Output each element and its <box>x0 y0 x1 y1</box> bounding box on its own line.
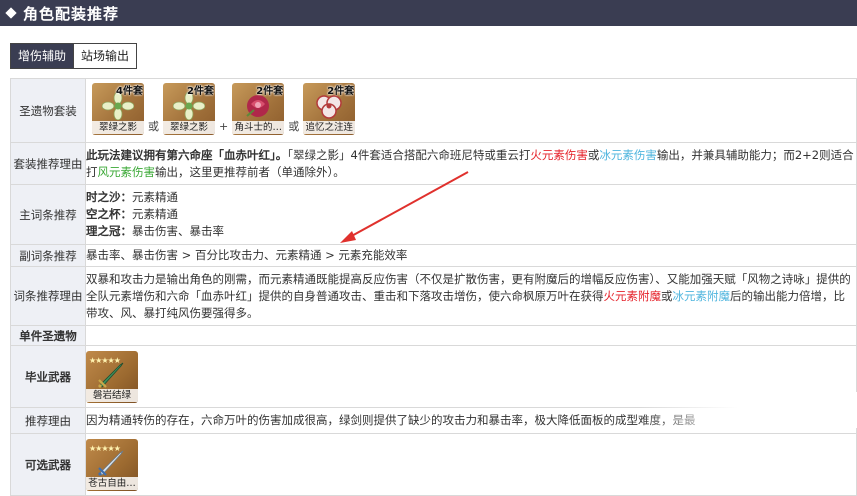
row-label: 套装推荐理由 <box>10 142 86 185</box>
artifact-card[interactable]: 2件套 追忆之注连 <box>303 83 356 135</box>
set-reason-text: 此玩法建议拥有第六命座「血赤叶红」。「翠绿之影」4件套适合搭配六命班尼特或重云打… <box>85 142 857 185</box>
row-label: 圣遗物套装 <box>10 78 86 143</box>
table-row: 圣遗物套装 4件套 翠绿之影 或 2件套 翠绿之影 + 2件套 角斗士的… 或 … <box>10 78 857 143</box>
table-row: 套装推荐理由 此玩法建议拥有第六命座「血赤叶红」。「翠绿之影」4件套适合搭配六命… <box>10 142 857 185</box>
table-row: 主词条推荐 时之沙：元素精通 空之杯：元素精通 理之冠：暴击伤害、暴击率 <box>10 184 857 245</box>
artifact-name: 翠绿之影 <box>92 121 144 134</box>
row-label: 毕业武器 <box>10 345 86 408</box>
stat-reason-text: 双暴和攻击力是输出角色的刚需，而元素精通既能提高反应伤害（不仅是扩散伤害，更有附… <box>85 266 857 326</box>
weapon-card[interactable]: ★★★★★ 磐岩结绿 <box>86 350 138 403</box>
artifact-card[interactable]: 2件套 翠绿之影 <box>163 83 215 135</box>
weapon-name: 磐岩结绿 <box>86 388 138 402</box>
separator-or: 或 <box>148 120 159 133</box>
separator-or: 或 <box>288 120 300 133</box>
sword-icon <box>98 362 124 388</box>
row-label: 主词条推荐 <box>10 184 86 245</box>
table-row: 单件圣遗物 <box>10 325 857 346</box>
artifact-name: 翠绿之影 <box>163 121 215 134</box>
set-count: 2件套 <box>256 86 284 97</box>
set-count: 2件套 <box>327 86 355 97</box>
table-row: 副词条推荐 暴击率、暴击伤害 > 百分比攻击力、元素精通 > 元素充能效率 <box>10 244 857 267</box>
row-label: 推荐理由 <box>10 407 86 434</box>
artifact-card[interactable]: 2件套 角斗士的… <box>232 83 285 135</box>
main-stat-item: 空之杯：元素精通 <box>86 207 178 221</box>
diamond-icon <box>5 7 17 19</box>
table-row: 可选武器 ★★★★★ 苍古自由… <box>10 433 857 496</box>
row-label: 可选武器 <box>10 433 86 496</box>
build-table: 圣遗物套装 4件套 翠绿之影 或 2件套 翠绿之影 + 2件套 角斗士的… 或 … <box>10 78 857 496</box>
separator-plus: + <box>219 120 229 133</box>
main-stat-item: 时之沙：元素精通 <box>86 190 178 204</box>
tab-onfield-dps[interactable]: 站场输出 <box>74 43 138 69</box>
tab-bar: 增伤辅助 站场输出 <box>10 43 138 69</box>
row-label: 副词条推荐 <box>10 244 86 267</box>
single-artifact-cell <box>85 325 857 346</box>
tab-support[interactable]: 增伤辅助 <box>10 43 75 69</box>
set-count: 4件套 <box>116 86 143 97</box>
artifact-name: 角斗士的… <box>232 121 285 134</box>
row-label: 词条推荐理由 <box>10 266 86 326</box>
artifact-card[interactable]: 4件套 翠绿之影 <box>92 83 144 135</box>
main-stat-item: 理之冠：暴击伤害、暴击率 <box>86 224 224 238</box>
table-row: 词条推荐理由 双暴和攻击力是输出角色的刚需，而元素精通既能提高反应伤害（不仅是扩… <box>10 266 857 326</box>
row-label: 单件圣遗物 <box>10 325 86 346</box>
weapon-name: 苍古自由… <box>86 476 138 490</box>
alt-weapon-cell: ★★★★★ 苍古自由… <box>85 433 857 496</box>
section-title: 角色配装推荐 <box>23 4 120 23</box>
artifact-name: 追忆之注连 <box>303 121 356 134</box>
sword-icon <box>98 450 124 476</box>
section-header: 角色配装推荐 <box>0 0 857 26</box>
set-count: 2件套 <box>187 86 214 97</box>
sub-stats-text: 暴击率、暴击伤害 > 百分比攻击力、元素精通 > 元素充能效率 <box>85 244 857 267</box>
text-fade-overlay <box>640 392 857 428</box>
main-stats-cell: 时之沙：元素精通 空之杯：元素精通 理之冠：暴击伤害、暴击率 <box>85 184 857 245</box>
artifact-sets-cell: 4件套 翠绿之影 或 2件套 翠绿之影 + 2件套 角斗士的… 或 2件套 追忆… <box>85 78 857 143</box>
